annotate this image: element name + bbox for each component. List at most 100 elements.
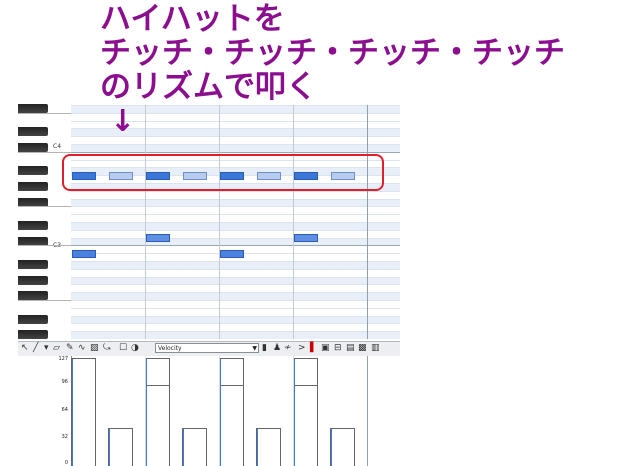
grid-lane xyxy=(71,261,400,269)
velocity-beat-line xyxy=(219,356,220,466)
velocity-select[interactable]: Velocity ▼ xyxy=(155,343,259,353)
black-key xyxy=(18,104,48,113)
dropdown-icon[interactable]: ▾ xyxy=(44,343,49,354)
wave-icon[interactable]: ≁ xyxy=(284,343,292,354)
note-grid[interactable] xyxy=(71,105,400,339)
velocity-bar[interactable] xyxy=(293,358,318,466)
white-key-divider xyxy=(18,245,71,247)
velocity-grid[interactable] xyxy=(71,356,400,466)
velocity-bar[interactable] xyxy=(145,358,170,466)
velocity-stem xyxy=(331,428,332,466)
grid-lane xyxy=(71,276,400,285)
velocity-pane[interactable]: 127 96 64 32 0 xyxy=(18,356,400,466)
grid-line xyxy=(71,331,400,333)
highlight-box xyxy=(62,154,384,191)
velocity-axis-label: 96 xyxy=(61,379,68,386)
grid-line xyxy=(71,261,400,262)
black-key xyxy=(18,182,48,191)
snare-note[interactable] xyxy=(146,234,170,243)
beat-line xyxy=(293,105,294,339)
kick-note[interactable] xyxy=(220,250,244,259)
velocity-select-value: Velocity xyxy=(158,345,182,352)
grid-line xyxy=(71,198,400,200)
black-key xyxy=(18,314,48,324)
pencil-tool-icon[interactable]: ✎ xyxy=(66,343,74,354)
velocity-stem xyxy=(294,359,295,466)
color-tool-icon[interactable]: ◑ xyxy=(131,343,139,354)
annotation-line-3: のリズムで叩く xyxy=(100,69,317,105)
save-icon[interactable]: ▣ xyxy=(321,343,330,354)
eraser-tool-icon[interactable]: ▨ xyxy=(90,343,99,354)
snap-tool-icon[interactable]: ⤿ xyxy=(103,343,111,354)
annotation-line-1: ハイハットを xyxy=(100,1,285,37)
settings-icon[interactable]: ▩ xyxy=(358,343,367,354)
curve-tool-icon[interactable]: ∿ xyxy=(78,343,86,354)
piano-keyboard[interactable]: C4 C3 xyxy=(18,104,72,340)
velocity-stem xyxy=(220,359,221,466)
annotation-text: ハイハットを チッチ・チッチ・チッチ・チッチ のリズムで叩く xyxy=(100,2,630,104)
grid-lane xyxy=(71,292,400,300)
snare-note[interactable] xyxy=(294,234,318,243)
velocity-bar[interactable] xyxy=(71,358,96,466)
grid-line xyxy=(71,144,400,145)
lock-icon[interactable]: ⊟ xyxy=(334,343,342,354)
velocity-bar[interactable] xyxy=(330,427,355,466)
checkbox-icon[interactable]: ☐ xyxy=(119,343,127,354)
grid-line xyxy=(71,276,400,278)
velocity-bar[interactable] xyxy=(256,427,281,466)
black-key xyxy=(18,127,48,137)
velocity-stem xyxy=(72,359,73,466)
annotation-line-2: チッチ・チッチ・チッチ・チッチ xyxy=(100,35,565,71)
grid-line xyxy=(71,315,400,317)
grid-line xyxy=(71,206,400,208)
grid-line xyxy=(71,323,400,325)
grid-lane xyxy=(71,198,400,207)
velocity-stem xyxy=(146,359,147,466)
black-key xyxy=(18,236,48,246)
grid-line xyxy=(71,300,400,301)
velocity-inner-line xyxy=(220,385,243,387)
velocity-bar[interactable] xyxy=(219,358,244,466)
shape-tool-icon[interactable]: ▱ xyxy=(53,343,60,354)
grid-line xyxy=(71,229,400,231)
grid-line xyxy=(71,214,400,216)
velocity-beat-line xyxy=(145,356,146,466)
black-key xyxy=(18,197,48,207)
black-key xyxy=(18,260,48,269)
velocity-beat-line xyxy=(367,356,368,466)
kick-note[interactable] xyxy=(72,250,96,259)
grid-line xyxy=(71,284,400,286)
white-key-divider xyxy=(18,151,71,153)
velocity-stem xyxy=(183,428,184,466)
black-key xyxy=(18,143,48,152)
image-icon[interactable]: ▤ xyxy=(346,343,355,354)
grid-line xyxy=(71,245,400,247)
velocity-stem xyxy=(109,428,110,466)
grid-lane xyxy=(71,331,400,339)
velocity-bar[interactable] xyxy=(108,427,133,466)
key-label-c4: C4 xyxy=(53,143,62,150)
grid-lane xyxy=(71,237,400,246)
black-key xyxy=(18,291,48,301)
velocity-beat-line xyxy=(293,356,294,466)
velocity-inner-line xyxy=(146,385,169,387)
down-arrow-icon: ↓ xyxy=(110,104,136,139)
velocity-axis-label: 32 xyxy=(61,433,68,440)
white-key-divider xyxy=(18,206,71,208)
grid-line xyxy=(71,151,400,153)
white-key-divider xyxy=(18,112,71,114)
greater-than-icon[interactable]: > xyxy=(298,343,306,354)
menu-icon[interactable]: ▥ xyxy=(371,343,380,354)
view-toggle-icon[interactable]: ▮ xyxy=(262,343,267,354)
marker-icon[interactable]: ▌ xyxy=(310,343,317,354)
grid-line xyxy=(71,307,400,309)
black-key xyxy=(18,166,48,176)
black-key xyxy=(18,275,48,285)
line-tool-icon[interactable]: ╱ xyxy=(33,343,38,354)
pointer-tool-icon[interactable]: ↖ xyxy=(21,343,29,354)
person-icon[interactable]: ♟ xyxy=(273,343,281,354)
grid-line xyxy=(71,268,400,270)
grid-line xyxy=(71,222,400,223)
grid-line xyxy=(71,237,400,239)
velocity-bar[interactable] xyxy=(182,427,207,466)
